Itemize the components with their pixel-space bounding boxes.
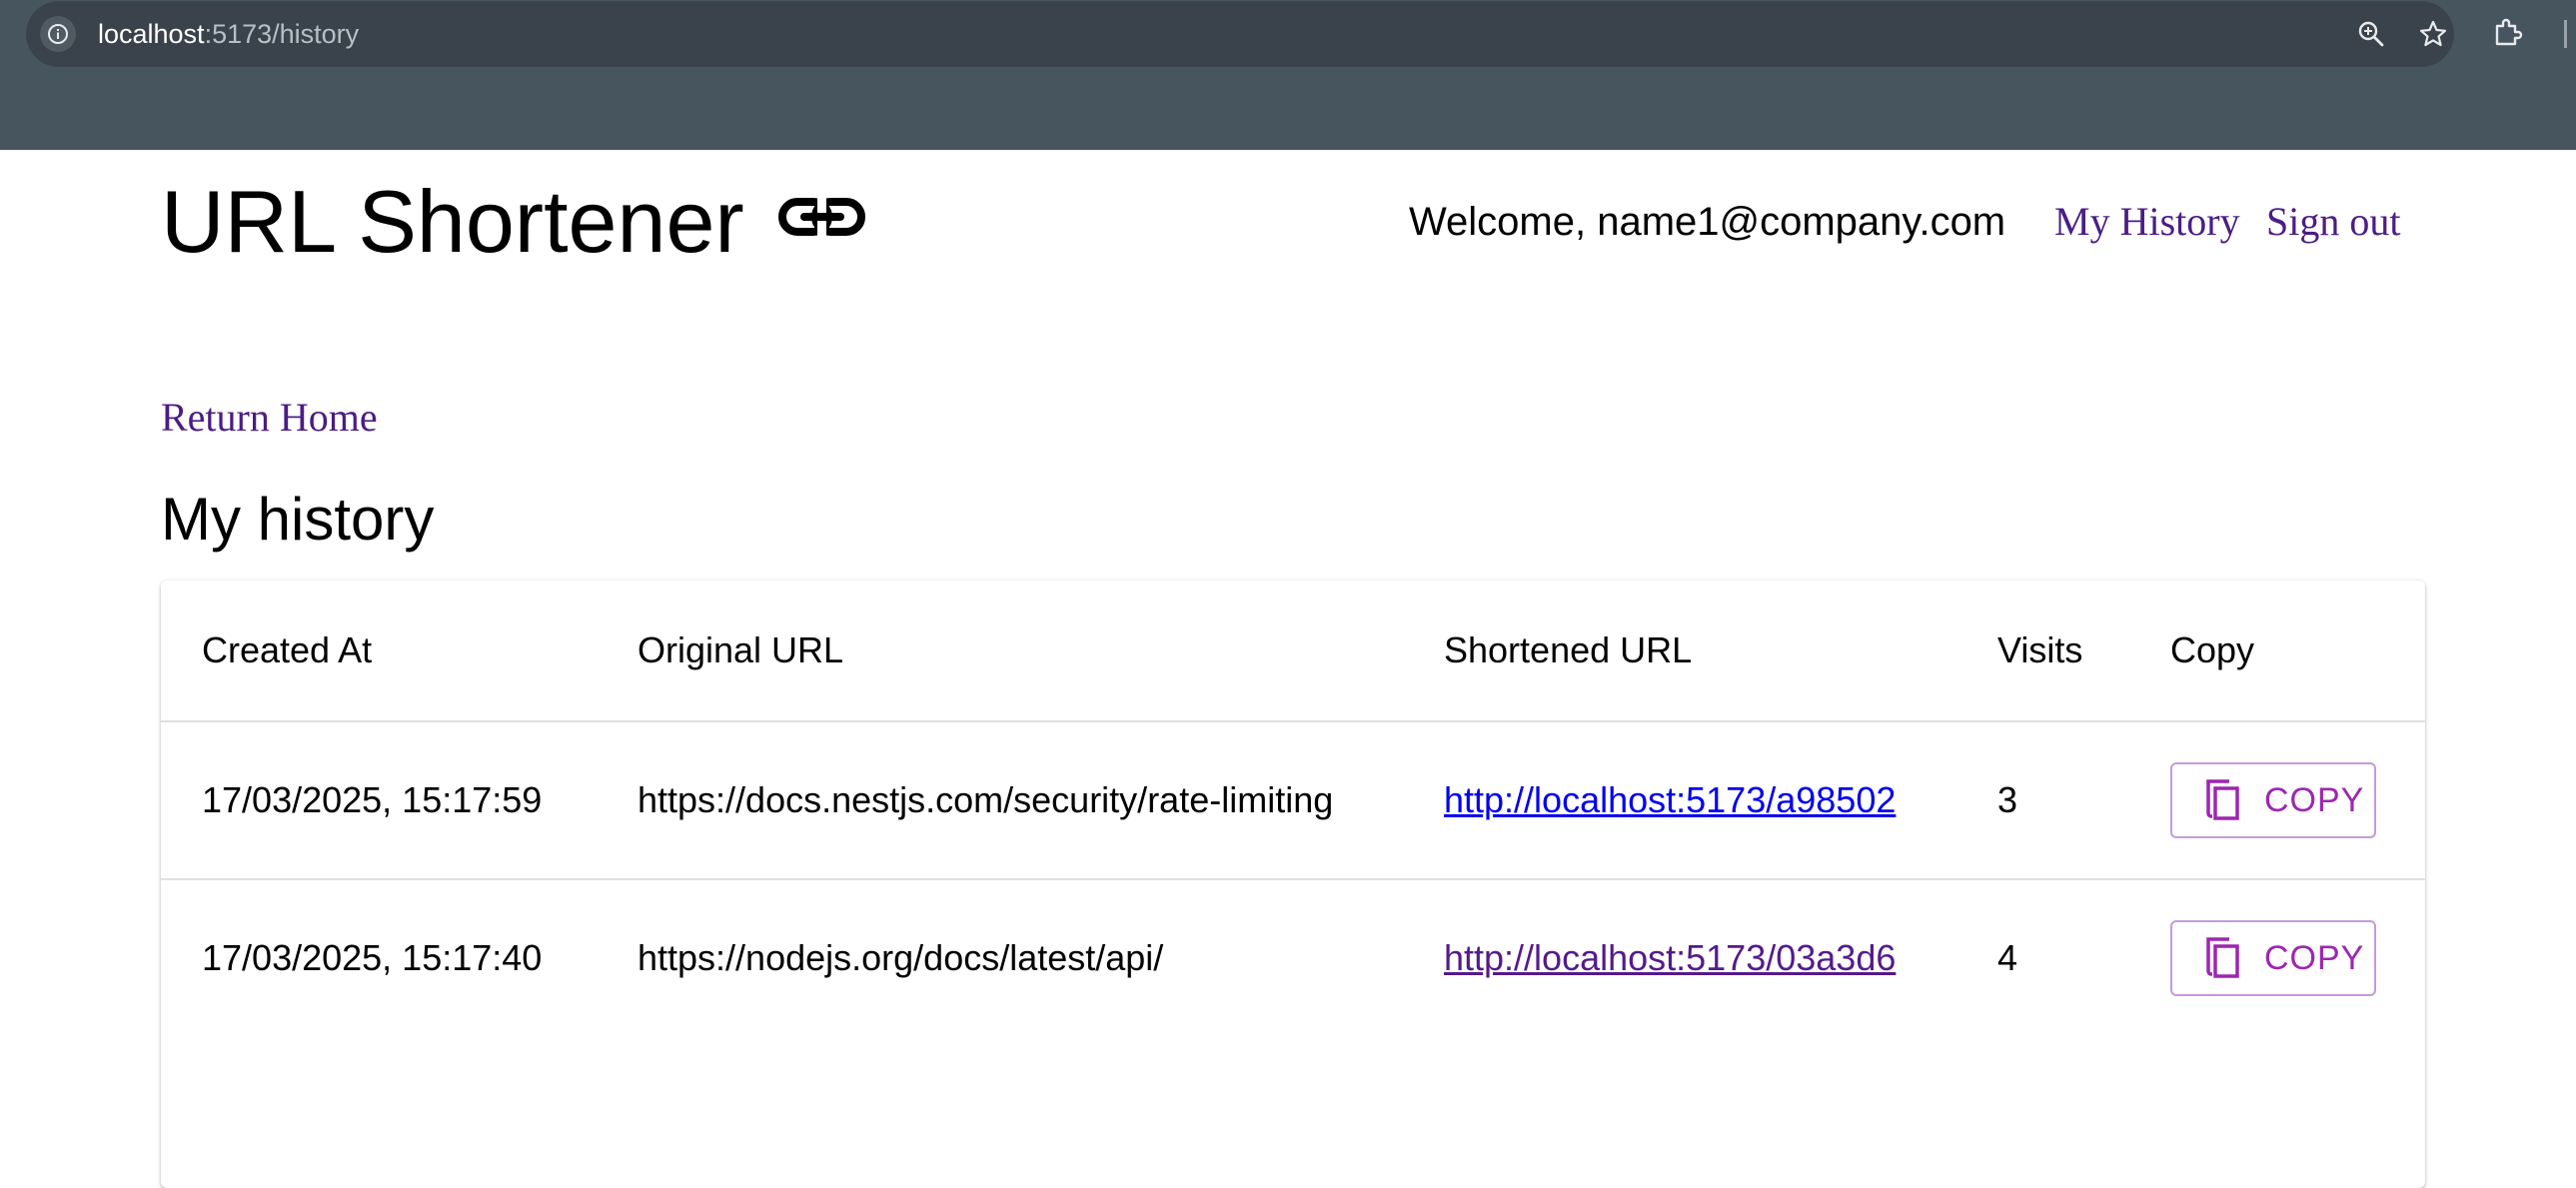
original-url-cell: https://docs.nestjs.com/security/rate-li… xyxy=(638,779,1334,820)
browser-chrome: localhost:5173/history xyxy=(0,0,2576,150)
nav-sign-out-link[interactable]: Sign out xyxy=(2266,198,2400,246)
original-url-cell: https://nodejs.org/docs/latest/api/ xyxy=(638,937,1164,978)
shortened-url-link[interactable]: http://localhost:5173/a98502 xyxy=(1444,779,1896,821)
table-row: 17/03/2025, 15:17:59 https://docs.nestjs… xyxy=(161,722,2425,880)
created-at-cell: 17/03/2025, 15:17:59 xyxy=(202,779,543,820)
copy-button-label: COPY xyxy=(2264,780,2365,819)
table-row: 17/03/2025, 15:17:40 https://nodejs.org/… xyxy=(161,880,2425,1036)
link-icon xyxy=(777,190,867,250)
column-header-shortened-url: Shortened URL xyxy=(1444,629,1693,670)
visits-cell: 3 xyxy=(1997,779,2018,820)
zoom-in-icon[interactable] xyxy=(2354,17,2388,51)
visits-cell: 4 xyxy=(1997,937,2018,978)
shortened-url-cell: http://localhost:5173/03a3d6 xyxy=(1444,880,1896,1036)
url-text[interactable]: localhost:5173/history xyxy=(98,17,359,51)
nav-my-history-link[interactable]: My History xyxy=(2054,198,2240,246)
copy-cell: COPY xyxy=(2170,722,2376,878)
url-host: localhost xyxy=(98,19,205,49)
address-bar[interactable]: localhost:5173/history xyxy=(26,1,2454,67)
copy-button[interactable]: COPY xyxy=(2170,762,2376,838)
app-title: URL Shortener xyxy=(161,172,744,271)
info-icon[interactable] xyxy=(40,16,76,52)
copy-button-label: COPY xyxy=(2264,938,2365,977)
star-icon[interactable] xyxy=(2416,17,2450,51)
url-path: :5173/history xyxy=(204,19,360,49)
puzzle-icon[interactable] xyxy=(2490,16,2524,50)
window-edge xyxy=(2564,20,2567,48)
column-header-original-url: Original URL xyxy=(638,629,844,670)
content-copy-icon xyxy=(2206,779,2239,820)
column-header-visits: Visits xyxy=(1997,629,2083,670)
history-table: Created At Original URL Shortened URL Vi… xyxy=(161,581,2425,1188)
welcome-text: Welcome, name1@company.com xyxy=(1409,200,2006,244)
return-home-link[interactable]: Return Home xyxy=(161,394,378,442)
copy-button[interactable]: COPY xyxy=(2170,920,2376,996)
page: URL Shortener Welcome, name1@company.com… xyxy=(0,150,2576,1188)
created-at-cell: 17/03/2025, 15:17:40 xyxy=(202,937,543,978)
column-header-copy: Copy xyxy=(2170,629,2255,670)
table-header-row: Created At Original URL Shortened URL Vi… xyxy=(161,581,2425,722)
section-title: My history xyxy=(161,486,435,553)
shortened-url-cell: http://localhost:5173/a98502 xyxy=(1444,722,1896,878)
column-header-created-at: Created At xyxy=(202,629,373,670)
content-copy-icon xyxy=(2206,937,2239,978)
shortened-url-link[interactable]: http://localhost:5173/03a3d6 xyxy=(1444,937,1896,979)
copy-cell: COPY xyxy=(2170,880,2376,1036)
